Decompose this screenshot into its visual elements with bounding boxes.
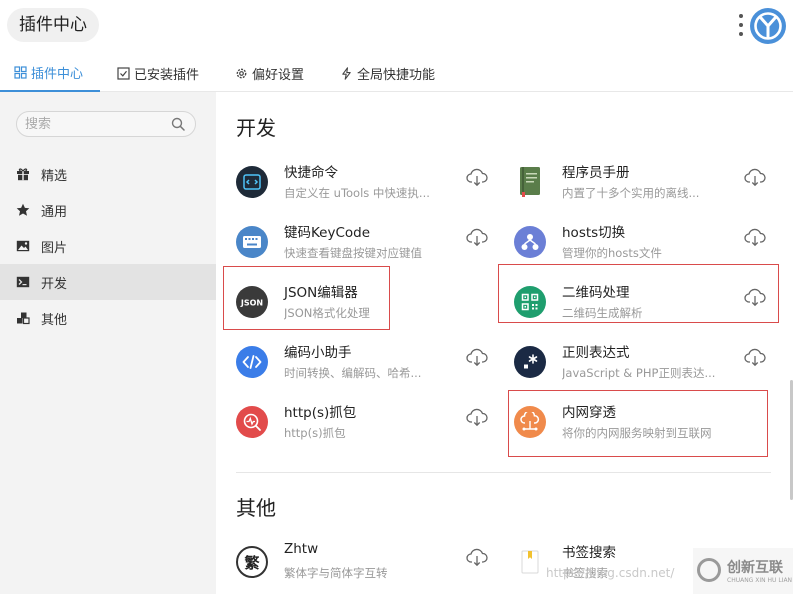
tab-label: 全局快捷功能	[357, 67, 436, 83]
tab-label: 偏好设置	[252, 67, 305, 83]
tab-label: 插件中心	[31, 66, 84, 82]
zhtw-glyph: 繁	[244, 553, 260, 572]
plugin-desc: JavaScript & PHP正则表达...	[562, 366, 716, 380]
cloud-download-icon[interactable]	[466, 228, 488, 248]
plugin-name: 快捷命令	[284, 165, 338, 181]
watermark-brand-sub: CHUANG XIN HU LIAN	[727, 577, 793, 584]
sidebar-item-images[interactable]: 图片	[0, 228, 216, 264]
keyboard-icon	[236, 226, 268, 258]
traditional-char-icon: 繁	[236, 546, 268, 578]
code-brackets-icon	[236, 346, 268, 378]
plugin-item-http-capture[interactable]: http(s)抓包 http(s)抓包	[236, 398, 506, 450]
plugin-desc: 快速查看键盘按键对应键值	[284, 246, 422, 260]
sidebar-item-label: 其他	[41, 312, 68, 328]
sidebar-item-label: 图片	[41, 240, 68, 256]
plugin-desc: http(s)抓包	[284, 426, 346, 440]
more-vertical-icon[interactable]	[736, 14, 746, 36]
book-icon	[514, 166, 546, 198]
plugin-desc: 自定义在 uTools 中快速执...	[284, 186, 430, 200]
code-terminal-icon	[236, 166, 268, 198]
plugin-item-hosts-switch[interactable]: hosts切换 管理你的hosts文件	[514, 218, 784, 270]
plugin-name: 键码KeyCode	[284, 225, 371, 241]
gear-icon	[236, 68, 247, 78]
gift-icon	[17, 168, 29, 181]
plugin-desc: 繁体字与简体字互转	[284, 566, 388, 580]
sidebar-item-other[interactable]: 其他	[0, 300, 216, 336]
cloud-download-icon[interactable]	[466, 168, 488, 188]
plugin-name: 正则表达式	[562, 345, 630, 361]
lightning-icon	[342, 66, 351, 80]
search-box	[16, 111, 196, 137]
plugin-item-regex[interactable]: 正则表达式 JavaScript & PHP正则表达...	[514, 338, 784, 390]
check-square-icon	[117, 66, 130, 80]
plugin-desc: 内置了十多个实用的离线...	[562, 186, 700, 200]
terminal-icon	[16, 276, 30, 288]
cloud-download-icon[interactable]	[744, 348, 766, 368]
utools-logo-icon[interactable]	[750, 8, 786, 44]
regex-icon	[514, 346, 546, 378]
section-title-development: 开发	[236, 116, 276, 140]
tab-plugin-center[interactable]: 插件中心	[0, 54, 100, 92]
section-divider	[236, 472, 771, 473]
watermark-url: https://blog.csdn.net/	[546, 566, 675, 580]
plugin-list-panel: 开发 快捷命令 自定义在 uTools 中快速执... 程序员手册 内置了十多个…	[216, 92, 793, 594]
hosts-icon	[514, 226, 546, 258]
http-capture-icon	[236, 406, 268, 438]
sidebar-item-label: 精选	[41, 168, 68, 184]
plugin-item-zhtw[interactable]: 繁 Zhtw 繁体字与简体字互转	[236, 538, 506, 590]
plugin-name: hosts切换	[562, 225, 626, 241]
highlight-box-intranet-tunnel	[508, 390, 768, 457]
watermark-logo: 创新互联 CHUANG XIN HU LIAN	[693, 548, 793, 594]
plugin-name: 程序员手册	[562, 165, 630, 181]
star-icon	[16, 203, 30, 216]
cloud-download-icon[interactable]	[466, 548, 488, 568]
cloud-download-icon[interactable]	[466, 348, 488, 368]
highlight-box-json-editor	[223, 266, 390, 330]
sidebar-item-label: 开发	[41, 276, 68, 292]
bookmark-icon	[514, 546, 546, 578]
plugin-item-programmer-manual[interactable]: 程序员手册 内置了十多个实用的离线...	[514, 158, 784, 210]
image-icon	[16, 240, 30, 252]
search-icon[interactable]	[171, 117, 185, 131]
search-input[interactable]	[25, 115, 165, 133]
watermark-brand: 创新互联	[727, 560, 783, 576]
plugin-name: Zhtw	[284, 541, 319, 557]
watermark-circle-icon	[697, 558, 721, 582]
cloud-download-icon[interactable]	[466, 408, 488, 428]
sidebar: 精选 通用 图片 开发 其他	[0, 92, 216, 594]
plugin-name: 书签搜索	[562, 545, 616, 561]
cloud-download-icon[interactable]	[744, 228, 766, 248]
cloud-download-icon[interactable]	[744, 168, 766, 188]
highlight-box-qrcode	[498, 264, 779, 323]
tab-installed[interactable]: 已安装插件	[117, 54, 199, 92]
plugin-desc: 时间转换、编解码、哈希...	[284, 366, 422, 380]
app-title: 插件中心	[7, 8, 99, 42]
section-title-other: 其他	[236, 496, 276, 520]
plugin-desc: 管理你的hosts文件	[562, 246, 662, 260]
plugin-item-keycode[interactable]: 键码KeyCode 快速查看键盘按键对应键值	[236, 218, 506, 270]
tab-bar: 插件中心 已安装插件 偏好设置 全局快捷功能	[0, 54, 793, 92]
grid-icon	[14, 65, 27, 79]
top-bar: 插件中心	[0, 0, 793, 52]
plugin-item-encoding-helper[interactable]: 编码小助手 时间转换、编解码、哈希...	[236, 338, 506, 390]
sidebar-item-general[interactable]: 通用	[0, 192, 216, 228]
sidebar-item-development[interactable]: 开发	[0, 264, 216, 300]
tab-preferences[interactable]: 偏好设置	[235, 54, 304, 92]
plugin-name: 编码小助手	[284, 345, 352, 361]
sidebar-item-label: 通用	[41, 204, 68, 220]
plugin-item-quick-command[interactable]: 快捷命令 自定义在 uTools 中快速执...	[236, 158, 506, 210]
plugin-name: http(s)抓包	[284, 405, 357, 421]
tab-global-shortcuts[interactable]: 全局快捷功能	[340, 54, 435, 92]
tab-label: 已安装插件	[134, 67, 200, 83]
blocks-icon	[17, 312, 30, 325]
sidebar-item-featured[interactable]: 精选	[0, 156, 216, 192]
